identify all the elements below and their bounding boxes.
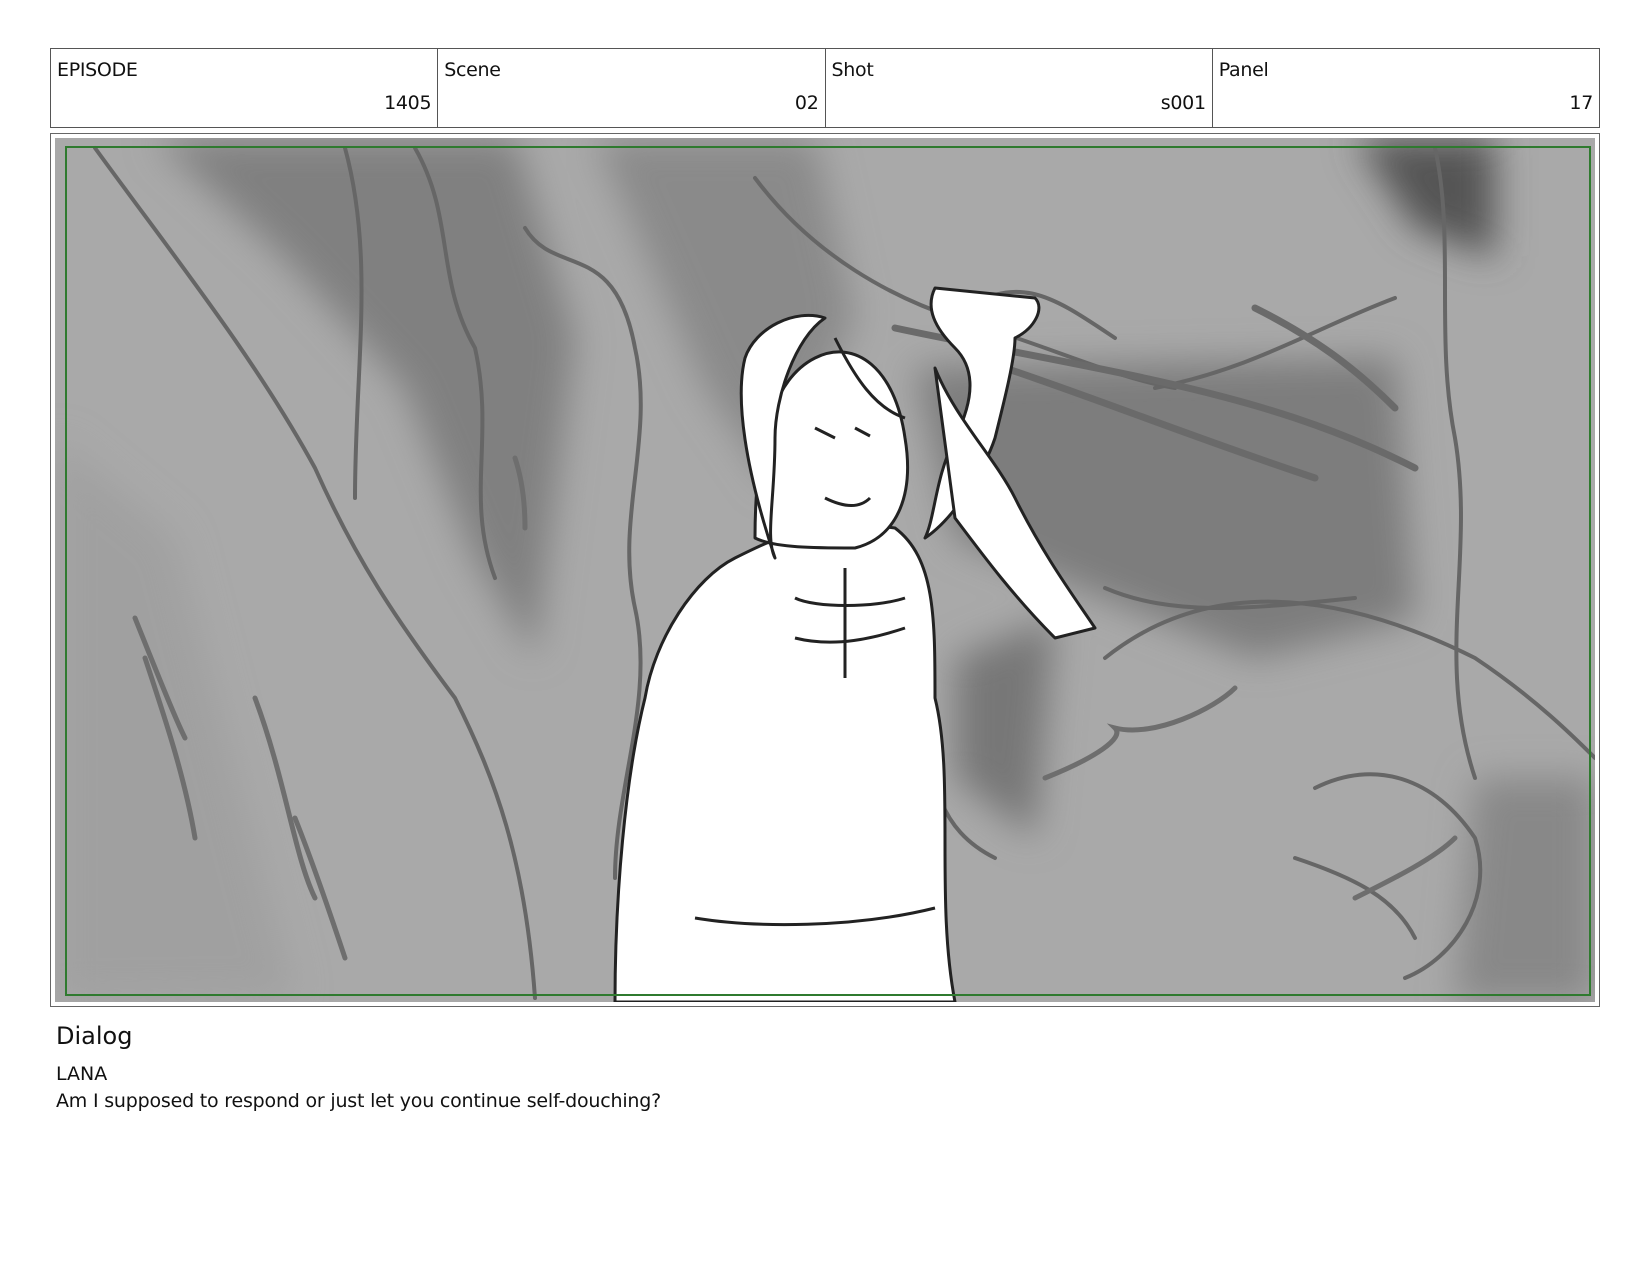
scene-value: 02 (794, 92, 819, 114)
shot-cell: Shot s001 (826, 49, 1213, 127)
dialog-line: Am I supposed to respond or just let you… (56, 1090, 661, 1112)
dialog-character-name: LANA (56, 1063, 108, 1085)
episode-value: 1405 (384, 92, 432, 114)
episode-label: EPISODE (57, 59, 138, 81)
scene-label: Scene (444, 59, 501, 81)
episode-cell: EPISODE 1405 (51, 49, 439, 127)
dialog-heading: Dialog (56, 1022, 133, 1050)
panel-cell: Panel 17 (1213, 49, 1599, 127)
panel-value: 17 (1569, 92, 1593, 114)
scene-cell: Scene 02 (438, 49, 826, 127)
storyboard-sketch (55, 138, 1595, 1002)
storyboard-panel-frame (50, 133, 1600, 1007)
storyboard-panel-image (55, 138, 1595, 1002)
panel-label: Panel (1218, 59, 1269, 81)
shot-label: Shot (831, 59, 874, 81)
panel-info-header: EPISODE 1405 Scene 02 Shot s001 Panel 17 (50, 48, 1600, 128)
shot-value: s001 (1160, 92, 1206, 114)
